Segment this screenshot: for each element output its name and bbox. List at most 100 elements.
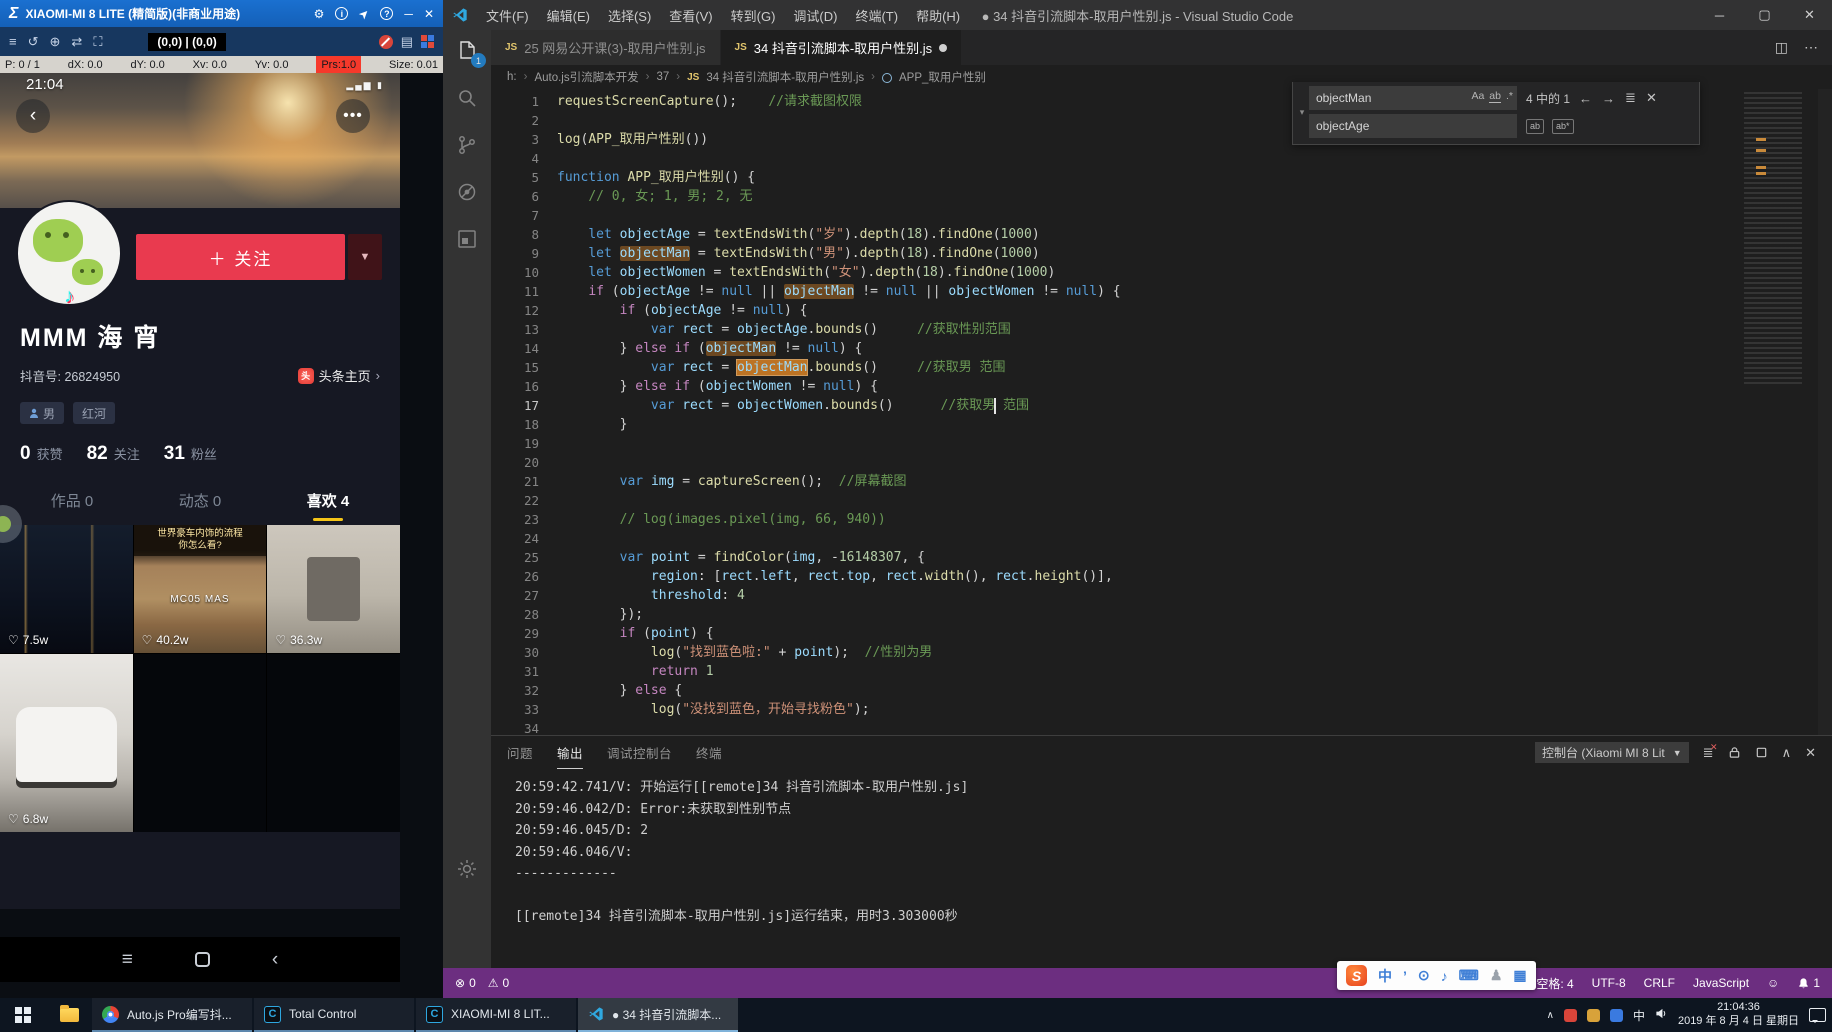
follow-dropdown-button[interactable]: ▼: [348, 234, 382, 280]
skin-icon[interactable]: ▦: [1513, 967, 1526, 984]
code-line[interactable]: 9 let objectMan = textEndsWith("男").dept…: [491, 244, 1832, 263]
eol[interactable]: CRLF: [1644, 976, 1675, 990]
code-line[interactable]: 17 var rect = objectWomen.bounds() //获取男…: [491, 396, 1832, 415]
panel-tab-debug-console[interactable]: 调试控制台: [607, 736, 672, 769]
followers-stat[interactable]: 31粉丝: [164, 443, 217, 465]
panel-tab-problems[interactable]: 问题: [507, 736, 533, 769]
code-line[interactable]: 26 region: [rect.left, rect.top, rect.wi…: [491, 567, 1832, 586]
code-line[interactable]: 22: [491, 491, 1832, 510]
mic-icon[interactable]: ♪: [1441, 968, 1448, 984]
feedback-smiley-icon[interactable]: ☺: [1767, 976, 1779, 990]
taskbar-app-autojs[interactable]: Auto.js Pro编写抖...: [92, 998, 252, 1032]
home-button[interactable]: [195, 952, 210, 967]
account-icon[interactable]: ♟: [1490, 967, 1503, 984]
close-find-icon[interactable]: ✕: [1646, 90, 1657, 106]
extensions-icon[interactable]: [454, 226, 480, 252]
code-line[interactable]: 20: [491, 453, 1832, 472]
code-line[interactable]: 15 var rect = objectMan.bounds() //获取男 范…: [491, 358, 1832, 377]
minimize-icon[interactable]: ─: [404, 7, 413, 21]
code-line[interactable]: 25 var point = findColor(img, -16148307,…: [491, 548, 1832, 567]
code-line[interactable]: 23 // log(images.pixel(img, 66, 940)): [491, 510, 1832, 529]
volume-icon[interactable]: [1655, 1007, 1668, 1023]
toggle-replace-icon[interactable]: ▾: [1295, 86, 1309, 138]
export-icon[interactable]: ▤: [401, 34, 413, 50]
code-line[interactable]: 12 if (objectAge != null) {: [491, 301, 1832, 320]
menu-goto[interactable]: 转到(G): [722, 6, 785, 25]
notifications-bell[interactable]: 1: [1797, 976, 1820, 990]
action-center-icon[interactable]: [1809, 1008, 1826, 1022]
panel-tab-terminal[interactable]: 终端: [696, 736, 722, 769]
sogou-ime-bar[interactable]: S 中 ’ ⊙ ♪ ⌨ ♟ ▦: [1337, 961, 1536, 990]
tab-liked[interactable]: 喜欢 4: [307, 490, 350, 511]
code-line[interactable]: 33 log("没找到蓝色，开始寻找粉色");: [491, 700, 1832, 719]
code-line[interactable]: 18 }: [491, 415, 1832, 434]
swap-icon[interactable]: ⇄: [71, 34, 82, 50]
code-line[interactable]: 27 threshold: 4: [491, 586, 1832, 605]
close-panel-icon[interactable]: ✕: [1805, 745, 1816, 761]
minimize-button[interactable]: ─: [1697, 0, 1742, 30]
taskbar-app-xiaomi[interactable]: C XIAOMI-MI 8 LIT...: [416, 998, 576, 1032]
regex-icon[interactable]: .*: [1506, 90, 1513, 103]
code-line[interactable]: 8 let objectAge = textEndsWith("岁").dept…: [491, 225, 1832, 244]
tab-dynamics[interactable]: 动态 0: [179, 490, 222, 511]
emoji-icon[interactable]: ⊙: [1418, 967, 1430, 984]
replace-all-icon[interactable]: ab*: [1552, 119, 1574, 134]
menu-selection[interactable]: 选择(S): [599, 6, 660, 25]
code-line[interactable]: 7: [491, 206, 1832, 225]
menu-debug[interactable]: 调试(D): [784, 6, 846, 25]
back-button[interactable]: ‹: [16, 99, 50, 133]
punctuation-icon[interactable]: ’: [1403, 968, 1407, 984]
video-thumbnail[interactable]: ♡7.5w: [0, 525, 133, 653]
find-next-icon[interactable]: →: [1602, 91, 1615, 106]
output-channel-select[interactable]: 控制台 (Xiaomi MI 8 Lit ▼: [1535, 742, 1689, 763]
replace-one-icon[interactable]: ab: [1526, 119, 1544, 134]
settings-icon[interactable]: ⚙: [314, 7, 325, 21]
replace-input[interactable]: [1309, 114, 1517, 138]
tray-ime-indicator[interactable]: 中: [1633, 1007, 1645, 1024]
close-button[interactable]: ✕: [1787, 0, 1832, 30]
tray-antivirus-icon[interactable]: [1564, 1009, 1577, 1022]
more-actions-icon[interactable]: ⋯: [1804, 39, 1818, 56]
menu-icon[interactable]: ≡: [9, 34, 17, 49]
code-line[interactable]: 24: [491, 529, 1832, 548]
code-line[interactable]: 11 if (objectAge != null || objectMan !=…: [491, 282, 1832, 301]
code-line[interactable]: 6 // 0, 女; 1, 男; 2, 无: [491, 187, 1832, 206]
following-stat[interactable]: 82关注: [87, 443, 140, 465]
video-thumbnail[interactable]: 世界豪车内饰的流程你怎么看? MC05 MAS ♡40.2w: [134, 525, 267, 653]
menu-terminal[interactable]: 终端(T): [846, 6, 907, 25]
video-thumbnail[interactable]: ♡36.3w: [267, 525, 400, 653]
fullscreen-icon[interactable]: ⛶: [93, 34, 102, 50]
find-in-selection-icon[interactable]: ≣: [1625, 90, 1636, 106]
maximize-panel-icon[interactable]: ∧: [1782, 745, 1792, 761]
settings-gear-icon[interactable]: [454, 856, 480, 882]
recents-button[interactable]: ≡: [122, 949, 133, 971]
search-icon[interactable]: [454, 85, 480, 111]
tab-file-34[interactable]: JS 34 抖音引流脚本-取用户性别.js: [721, 30, 963, 65]
taskbar-clock[interactable]: 21:04:36 2019 年 8 月 4 日 星期日: [1678, 1001, 1799, 1029]
panel-tab-output[interactable]: 输出: [557, 736, 583, 769]
start-button[interactable]: [0, 998, 46, 1032]
vscode-titlebar[interactable]: 文件(F) 编辑(E) 选择(S) 查看(V) 转到(G) 调试(D) 终端(T…: [443, 0, 1832, 30]
hidden-icons-chevron[interactable]: ∧: [1547, 1010, 1554, 1021]
pin-icon[interactable]: ➤: [356, 5, 373, 22]
disable-icon[interactable]: [379, 35, 393, 49]
whole-word-icon[interactable]: ab: [1489, 90, 1501, 103]
match-case-icon[interactable]: Aa: [1471, 90, 1484, 103]
more-button[interactable]: •••: [336, 99, 370, 133]
code-line[interactable]: 34: [491, 719, 1832, 735]
code-line[interactable]: 13 var rect = objectAge.bounds() //获取性别范…: [491, 320, 1832, 339]
lock-scroll-icon[interactable]: [1728, 746, 1741, 759]
code-line[interactable]: 21 var img = captureScreen(); //屏幕截图: [491, 472, 1832, 491]
menu-edit[interactable]: 编辑(E): [538, 6, 599, 25]
likes-stat[interactable]: 0获赞: [20, 443, 63, 465]
zoom-icon[interactable]: ⊕: [50, 34, 61, 50]
indentation[interactable]: 空格: 4: [1536, 975, 1573, 992]
clear-panel-icon[interactable]: [1755, 746, 1768, 759]
help-icon[interactable]: ?: [380, 7, 393, 20]
rotate-icon[interactable]: ↺: [28, 34, 39, 50]
language-mode[interactable]: JavaScript: [1693, 976, 1749, 990]
taskbar-app-totalcontrol[interactable]: C Total Control: [254, 998, 414, 1032]
code-line[interactable]: 4: [491, 149, 1832, 168]
code-line[interactable]: 28 });: [491, 605, 1832, 624]
tray-cloud-icon[interactable]: [1610, 1009, 1623, 1022]
